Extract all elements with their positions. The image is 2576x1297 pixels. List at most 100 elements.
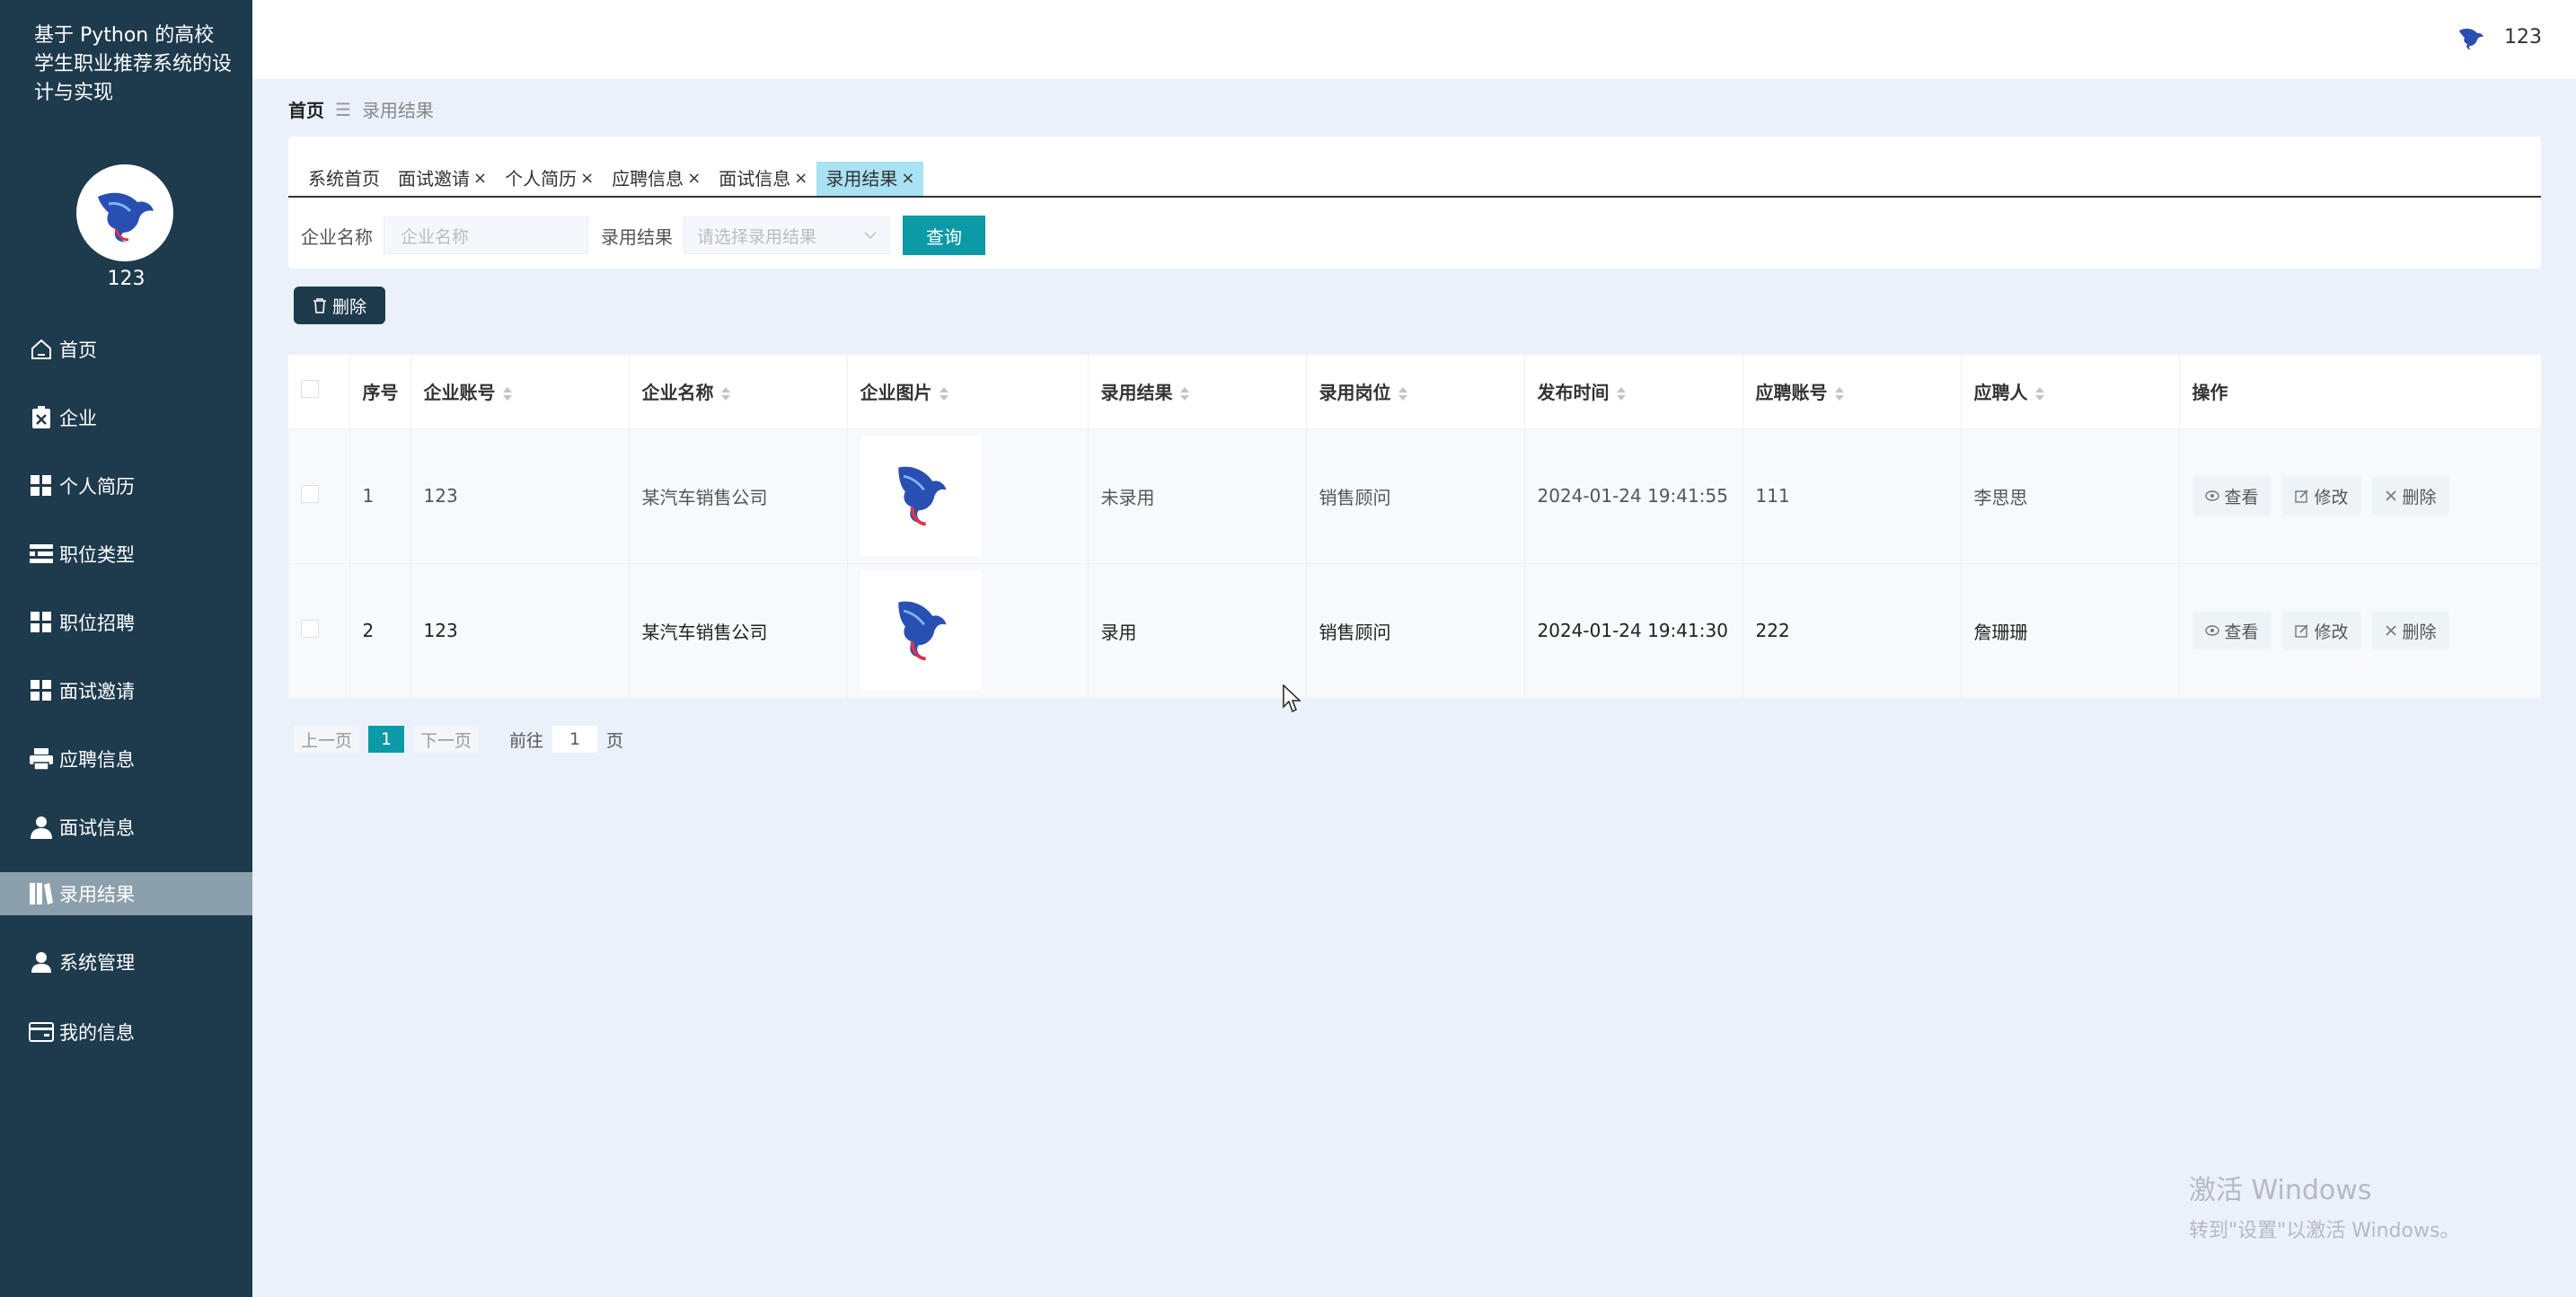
- breadcrumb-separator-icon: ☰: [335, 98, 351, 120]
- trash-icon: [313, 298, 326, 313]
- sidebar-item-label: 应聘信息: [59, 749, 135, 771]
- tab-interview-info[interactable]: 面试信息 ×: [710, 162, 816, 196]
- column-header-sortable[interactable]: 应聘账号: [1742, 355, 1962, 428]
- page-number-button[interactable]: 1: [368, 726, 405, 753]
- goto-label: 前往: [509, 730, 544, 751]
- next-page-button[interactable]: 下一页: [413, 726, 480, 753]
- column-header-label: 应聘人: [1973, 382, 2028, 404]
- sidebar-item-hire-result[interactable]: 录用结果: [0, 872, 252, 915]
- tab-interview-invite[interactable]: 面试邀请 ×: [389, 162, 496, 196]
- cell-applicant-account: 222: [1742, 562, 1962, 698]
- cell-company-account: 123: [410, 428, 630, 563]
- view-button[interactable]: 查看: [2192, 477, 2272, 515]
- edit-button[interactable]: 修改: [2281, 477, 2361, 515]
- results-table: 序号 企业账号 企业名称 企业图片 录用结果 录用岗位 发布时间 应聘账号 应聘…: [288, 355, 2542, 698]
- watermark-subtitle: 转到"设置"以激活 Windows。: [2189, 1220, 2460, 1242]
- sidebar-item-interview-info[interactable]: 面试信息: [0, 806, 252, 849]
- delete-button[interactable]: 删除: [2371, 612, 2449, 650]
- sidebar-item-job-type[interactable]: 职位类型: [0, 533, 252, 576]
- edit-icon: [2294, 624, 2308, 638]
- breadcrumb: 首页 ☰ 录用结果: [288, 96, 434, 122]
- tab-hire-result[interactable]: 录用结果 ×: [816, 162, 924, 196]
- eye-icon: [2204, 490, 2219, 501]
- sort-icon[interactable]: [1398, 387, 1407, 401]
- close-icon: [2385, 625, 2396, 636]
- query-button[interactable]: 查询: [903, 216, 985, 255]
- company-image[interactable]: [860, 570, 981, 692]
- column-header-sortable[interactable]: 企业账号: [410, 355, 630, 428]
- sort-icon[interactable]: [2034, 387, 2044, 401]
- goto-page-input[interactable]: 1: [552, 726, 598, 753]
- company-image[interactable]: [860, 436, 981, 556]
- breadcrumb-home[interactable]: 首页: [288, 96, 324, 122]
- sidebar-item-resume[interactable]: 个人简历: [0, 464, 252, 507]
- grid-icon: [29, 473, 54, 499]
- page-unit-label: 页: [606, 730, 624, 751]
- cell-company-name: 某汽车销售公司: [629, 428, 848, 563]
- batch-delete-button[interactable]: 删除: [294, 287, 385, 324]
- close-icon[interactable]: ×: [901, 162, 914, 196]
- column-header-sortable[interactable]: 企业图片: [847, 355, 1089, 428]
- company-name-placeholder: 企业名称: [401, 226, 470, 247]
- tab-system-home[interactable]: 系统首页: [299, 162, 389, 196]
- row-checkbox[interactable]: [301, 484, 319, 503]
- table-row: 2 123 某汽车销售公司 录用 销售顾问 2024-01-24 19:41:3…: [288, 562, 2542, 698]
- book-icon: [29, 881, 54, 906]
- column-header-sortable[interactable]: 企业名称: [629, 355, 848, 428]
- sort-icon[interactable]: [1616, 387, 1626, 401]
- select-all-checkbox[interactable]: [301, 380, 319, 399]
- tab-application[interactable]: 应聘信息 ×: [603, 162, 710, 196]
- top-username: 123: [2504, 25, 2542, 49]
- column-header-sortable[interactable]: 录用岗位: [1306, 355, 1525, 428]
- eagle-logo-icon: [98, 192, 154, 243]
- close-icon[interactable]: ×: [794, 162, 807, 196]
- edit-label: 修改: [2314, 487, 2349, 507]
- column-header-label: 企业账号: [423, 382, 496, 404]
- column-header-sortable[interactable]: 录用结果: [1088, 355, 1307, 428]
- pagination: 上一页 1 下一页 前往 1 页: [294, 726, 623, 753]
- close-icon[interactable]: ×: [473, 162, 487, 196]
- close-icon[interactable]: ×: [687, 162, 701, 196]
- tab-resume[interactable]: 个人简历 ×: [496, 162, 603, 196]
- sidebar-item-interview-invite[interactable]: 面试邀请: [0, 669, 252, 712]
- sort-icon[interactable]: [939, 387, 948, 401]
- edit-button[interactable]: 修改: [2281, 612, 2361, 650]
- avatar[interactable]: [76, 164, 173, 261]
- cell-index: 2: [349, 562, 411, 698]
- close-icon[interactable]: ×: [580, 162, 594, 196]
- clipboard-icon: [29, 405, 54, 430]
- sidebar-item-label: 面试邀请: [59, 681, 135, 702]
- sidebar-item-application[interactable]: 应聘信息: [0, 737, 252, 781]
- sidebar-item-system[interactable]: 系统管理: [0, 940, 252, 984]
- sidebar-item-home[interactable]: 首页: [0, 328, 252, 371]
- column-header-label: 企业图片: [860, 382, 932, 404]
- hire-result-select[interactable]: 请选择录用结果: [684, 216, 890, 254]
- table-header-row: 序号 企业账号 企业名称 企业图片 录用结果 录用岗位 发布时间 应聘账号 应聘…: [288, 355, 2542, 428]
- sidebar-item-label: 职位招聘: [59, 613, 135, 634]
- sort-icon[interactable]: [1179, 387, 1189, 401]
- prev-page-button[interactable]: 上一页: [294, 726, 360, 753]
- delete-button[interactable]: 删除: [2371, 477, 2449, 515]
- company-name-input[interactable]: 企业名称: [384, 216, 588, 254]
- edit-label: 修改: [2314, 622, 2349, 642]
- sort-icon[interactable]: [720, 387, 730, 401]
- sort-icon[interactable]: [1834, 387, 1844, 401]
- sort-icon[interactable]: [502, 387, 512, 401]
- view-label: 查看: [2224, 622, 2259, 642]
- sidebar-item-company[interactable]: 企业: [0, 396, 252, 439]
- sidebar-item-job-posting[interactable]: 职位招聘: [0, 601, 252, 644]
- view-label: 查看: [2224, 487, 2259, 507]
- column-header-label: 序号: [362, 382, 399, 404]
- column-header-label: 操作: [2192, 382, 2228, 404]
- hire-result-label: 录用结果: [601, 225, 673, 248]
- column-header-sortable[interactable]: 发布时间: [1524, 355, 1743, 428]
- column-header-sortable[interactable]: 应聘人: [1961, 355, 2180, 428]
- eagle-logo-icon: [897, 601, 946, 661]
- view-button[interactable]: 查看: [2192, 612, 2272, 650]
- cell-position: 销售顾问: [1306, 562, 1525, 698]
- row-checkbox[interactable]: [301, 619, 319, 638]
- sidebar-item-my-info[interactable]: 我的信息: [0, 1010, 252, 1054]
- user-menu[interactable]: 123: [2457, 23, 2542, 50]
- query-button-label: 查询: [926, 225, 962, 248]
- grid-icon: [29, 678, 54, 703]
